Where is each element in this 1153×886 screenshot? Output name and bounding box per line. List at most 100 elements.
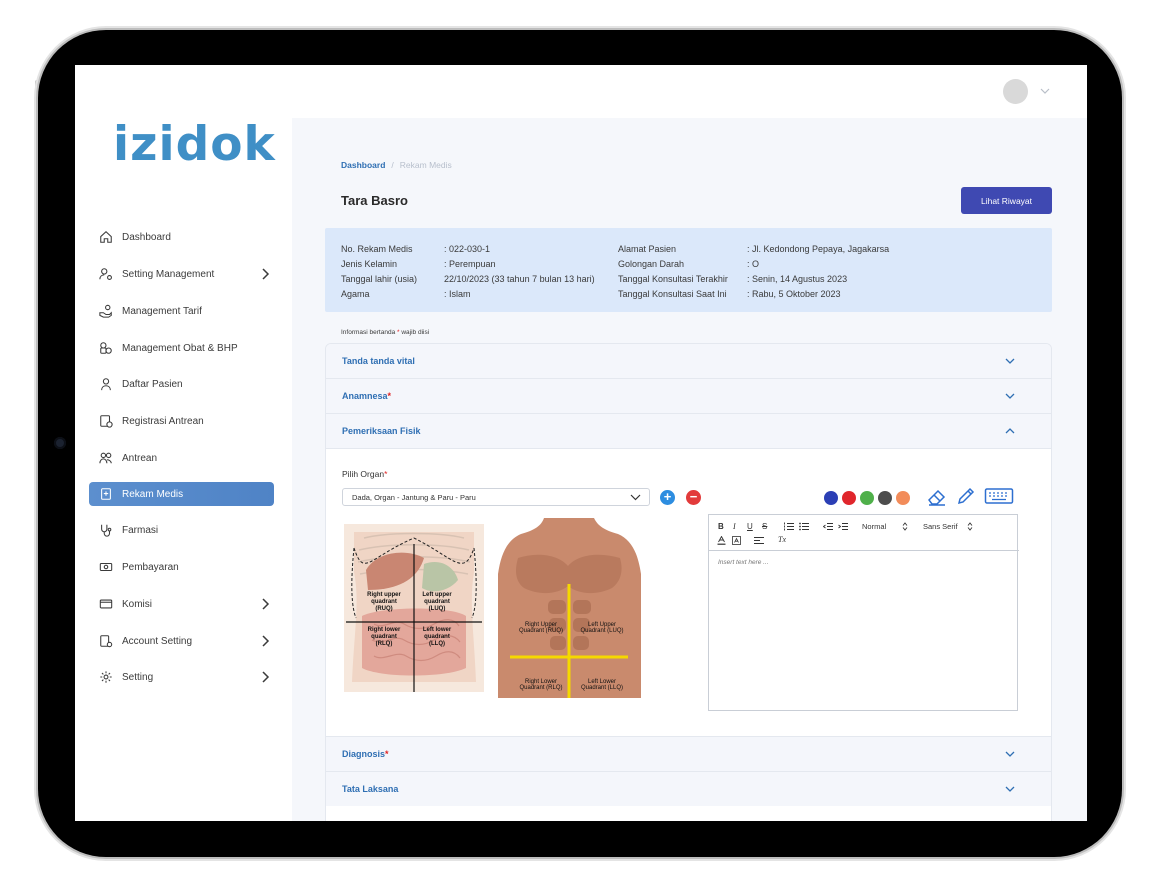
- sidebar-item-label: Account Setting: [122, 635, 193, 647]
- organ-label: Pilih Organ*: [342, 469, 387, 479]
- editor-input[interactable]: Insert text here ...: [718, 559, 769, 566]
- info-label: Jenis Kelamin: [341, 259, 398, 269]
- underline-button[interactable]: U: [747, 522, 753, 531]
- patient-info-panel: No. Rekam Medis : 022-030-1 Jenis Kelami…: [325, 228, 1052, 312]
- bullet-list-icon[interactable]: [799, 522, 809, 531]
- sidebar-item-label: Management Tarif: [122, 305, 202, 317]
- accordion-anamnesa[interactable]: Anamnesa*: [326, 379, 1051, 414]
- sidebar-item-pembayaran[interactable]: Pembayaran: [89, 555, 274, 579]
- text-color-icon[interactable]: [717, 536, 726, 545]
- heading-select[interactable]: Normal: [862, 522, 886, 531]
- abdomen-quadrant-diagram[interactable]: Right upper quadrant (RUQ) Left upper qu…: [344, 524, 484, 692]
- chevron-right-icon: [262, 598, 270, 610]
- ruq-label-line1: Right upper: [367, 592, 401, 598]
- clear-format-button[interactable]: Tx: [778, 535, 786, 544]
- sidebar-item-management-obat[interactable]: Management Obat & BHP: [89, 336, 274, 360]
- info-value: : Perempuan: [444, 259, 496, 269]
- color-swatch-green[interactable]: [860, 491, 874, 505]
- color-swatch-red[interactable]: [842, 491, 856, 505]
- sidebar-item-label: Antrean: [122, 452, 158, 464]
- breadcrumb-dashboard-link[interactable]: Dashboard: [341, 160, 385, 170]
- accordion-title: Tanda tanda vital: [342, 356, 415, 366]
- bold-button[interactable]: B: [718, 522, 724, 531]
- chevron-down-icon[interactable]: [1005, 785, 1015, 793]
- ruq-label-line2: quadrant: [371, 599, 397, 605]
- luq-label-line2: Quadrant (LUQ): [580, 628, 623, 634]
- accordion-diagnosis[interactable]: Diagnosis*: [326, 736, 1051, 771]
- sidebar-item-antrean[interactable]: Antrean: [89, 446, 274, 470]
- editor-toolbar: B I U S Normal Sans Serif Tx: [709, 515, 1019, 551]
- outdent-icon[interactable]: [823, 522, 833, 531]
- sidebar-item-registrasi-antrean[interactable]: Registrasi Antrean: [89, 409, 274, 433]
- app-logo: izidok: [113, 117, 276, 172]
- chevron-down-icon[interactable]: [1040, 87, 1050, 95]
- eraser-icon[interactable]: [926, 485, 948, 507]
- background-color-icon[interactable]: [732, 536, 741, 545]
- stethoscope-icon: [99, 523, 113, 537]
- gear-icon: [99, 670, 113, 684]
- medical-form-accordion: Tanda tanda vital Anamnesa* Pemeriksaan …: [325, 343, 1052, 821]
- align-icon[interactable]: [754, 536, 764, 545]
- chevron-right-icon: [262, 268, 270, 280]
- color-swatch-orange[interactable]: [896, 491, 910, 505]
- accordion-tata-laksana[interactable]: Tata Laksana: [326, 771, 1051, 806]
- chevron-down-icon[interactable]: [1005, 357, 1015, 365]
- select-arrows-icon: [967, 522, 973, 531]
- ordered-list-icon[interactable]: [784, 522, 794, 531]
- color-swatch-gray[interactable]: [878, 491, 892, 505]
- llq-label-line2: Quadrant (LLQ): [581, 685, 623, 691]
- remove-organ-button[interactable]: −: [686, 490, 701, 505]
- sidebar-item-setting-management[interactable]: Setting Management: [89, 262, 274, 286]
- sidebar-item-account-setting[interactable]: Account Setting: [89, 629, 274, 653]
- chevron-up-icon[interactable]: [1005, 427, 1015, 435]
- accordion-pemeriksaan-fisik[interactable]: Pemeriksaan Fisik: [326, 414, 1051, 449]
- sidebar-item-management-tarif[interactable]: Management Tarif: [89, 299, 274, 323]
- required-star: *: [387, 391, 392, 401]
- organ-select-value: Dada, Organ - Jantung & Paru - Paru: [352, 492, 476, 502]
- font-select[interactable]: Sans Serif: [923, 522, 958, 531]
- sidebar-item-daftar-pasien[interactable]: Daftar Pasien: [89, 372, 274, 396]
- accordion-title-text: Diagnosis: [342, 749, 386, 759]
- rlq-label-line3: (RLQ): [376, 641, 393, 647]
- strike-button[interactable]: S: [762, 522, 767, 531]
- sidebar-item-setting[interactable]: Setting: [89, 665, 274, 689]
- breadcrumb: Dashboard / Rekam Medis: [341, 160, 452, 170]
- account-settings-icon: [99, 634, 113, 648]
- sidebar-item-dashboard[interactable]: Dashboard: [89, 225, 274, 249]
- info-label: Alamat Pasien: [618, 244, 677, 254]
- indent-icon[interactable]: [838, 522, 848, 531]
- sidebar-item-label: Setting Management: [122, 268, 215, 280]
- info-value: : O: [747, 259, 760, 269]
- italic-button[interactable]: I: [733, 522, 736, 531]
- color-swatch-blue[interactable]: [824, 491, 838, 505]
- sidebar-item-rekam-medis[interactable]: Rekam Medis: [89, 482, 274, 506]
- required-note: Informasi bertanda * wajib diisi: [341, 329, 429, 336]
- sidebar: izidok Dashboard Setting Management Mana…: [75, 65, 292, 821]
- chevron-down-icon[interactable]: [1005, 750, 1015, 758]
- pencil-icon[interactable]: [955, 485, 977, 507]
- required-note-text: Informasi bertanda: [341, 329, 396, 336]
- breadcrumb-separator: /: [391, 160, 394, 170]
- front-camera: [54, 437, 66, 449]
- accordion-title-text: Tanda tanda vital: [342, 356, 415, 366]
- add-organ-button[interactable]: +: [660, 490, 675, 505]
- accordion-title-text: Anamnesa: [342, 391, 388, 401]
- rlq-label-line1: Right lower: [368, 627, 401, 633]
- lihat-riwayat-button[interactable]: Lihat Riwayat: [961, 187, 1052, 214]
- organ-select[interactable]: Dada, Organ - Jantung & Paru - Paru: [342, 488, 650, 506]
- info-value: : Senin, 14 Agustus 2023: [747, 274, 848, 284]
- medicine-icon: [99, 341, 113, 355]
- sidebar-item-farmasi[interactable]: Farmasi: [89, 518, 274, 542]
- users-icon: [99, 451, 113, 465]
- user-avatar[interactable]: [1003, 79, 1028, 104]
- chevron-down-icon[interactable]: [1005, 392, 1015, 400]
- sidebar-item-komisi[interactable]: Komisi: [89, 592, 274, 616]
- accordion-vital-signs[interactable]: Tanda tanda vital: [326, 344, 1051, 379]
- keyboard-icon[interactable]: [984, 485, 1014, 507]
- info-value: : Jl. Kedondong Pepaya, Jagakarsa: [747, 244, 890, 254]
- hand-coin-icon: [99, 304, 113, 318]
- main-content: Dashboard / Rekam Medis Tara Basro Lihat R…: [292, 118, 1087, 821]
- accordion-title: Pemeriksaan Fisik: [342, 426, 421, 436]
- info-label: Tanggal lahir (usia): [341, 274, 418, 284]
- torso-quadrant-diagram[interactable]: Right Upper Quadrant (RUQ) Left Upper Qu…: [498, 518, 641, 698]
